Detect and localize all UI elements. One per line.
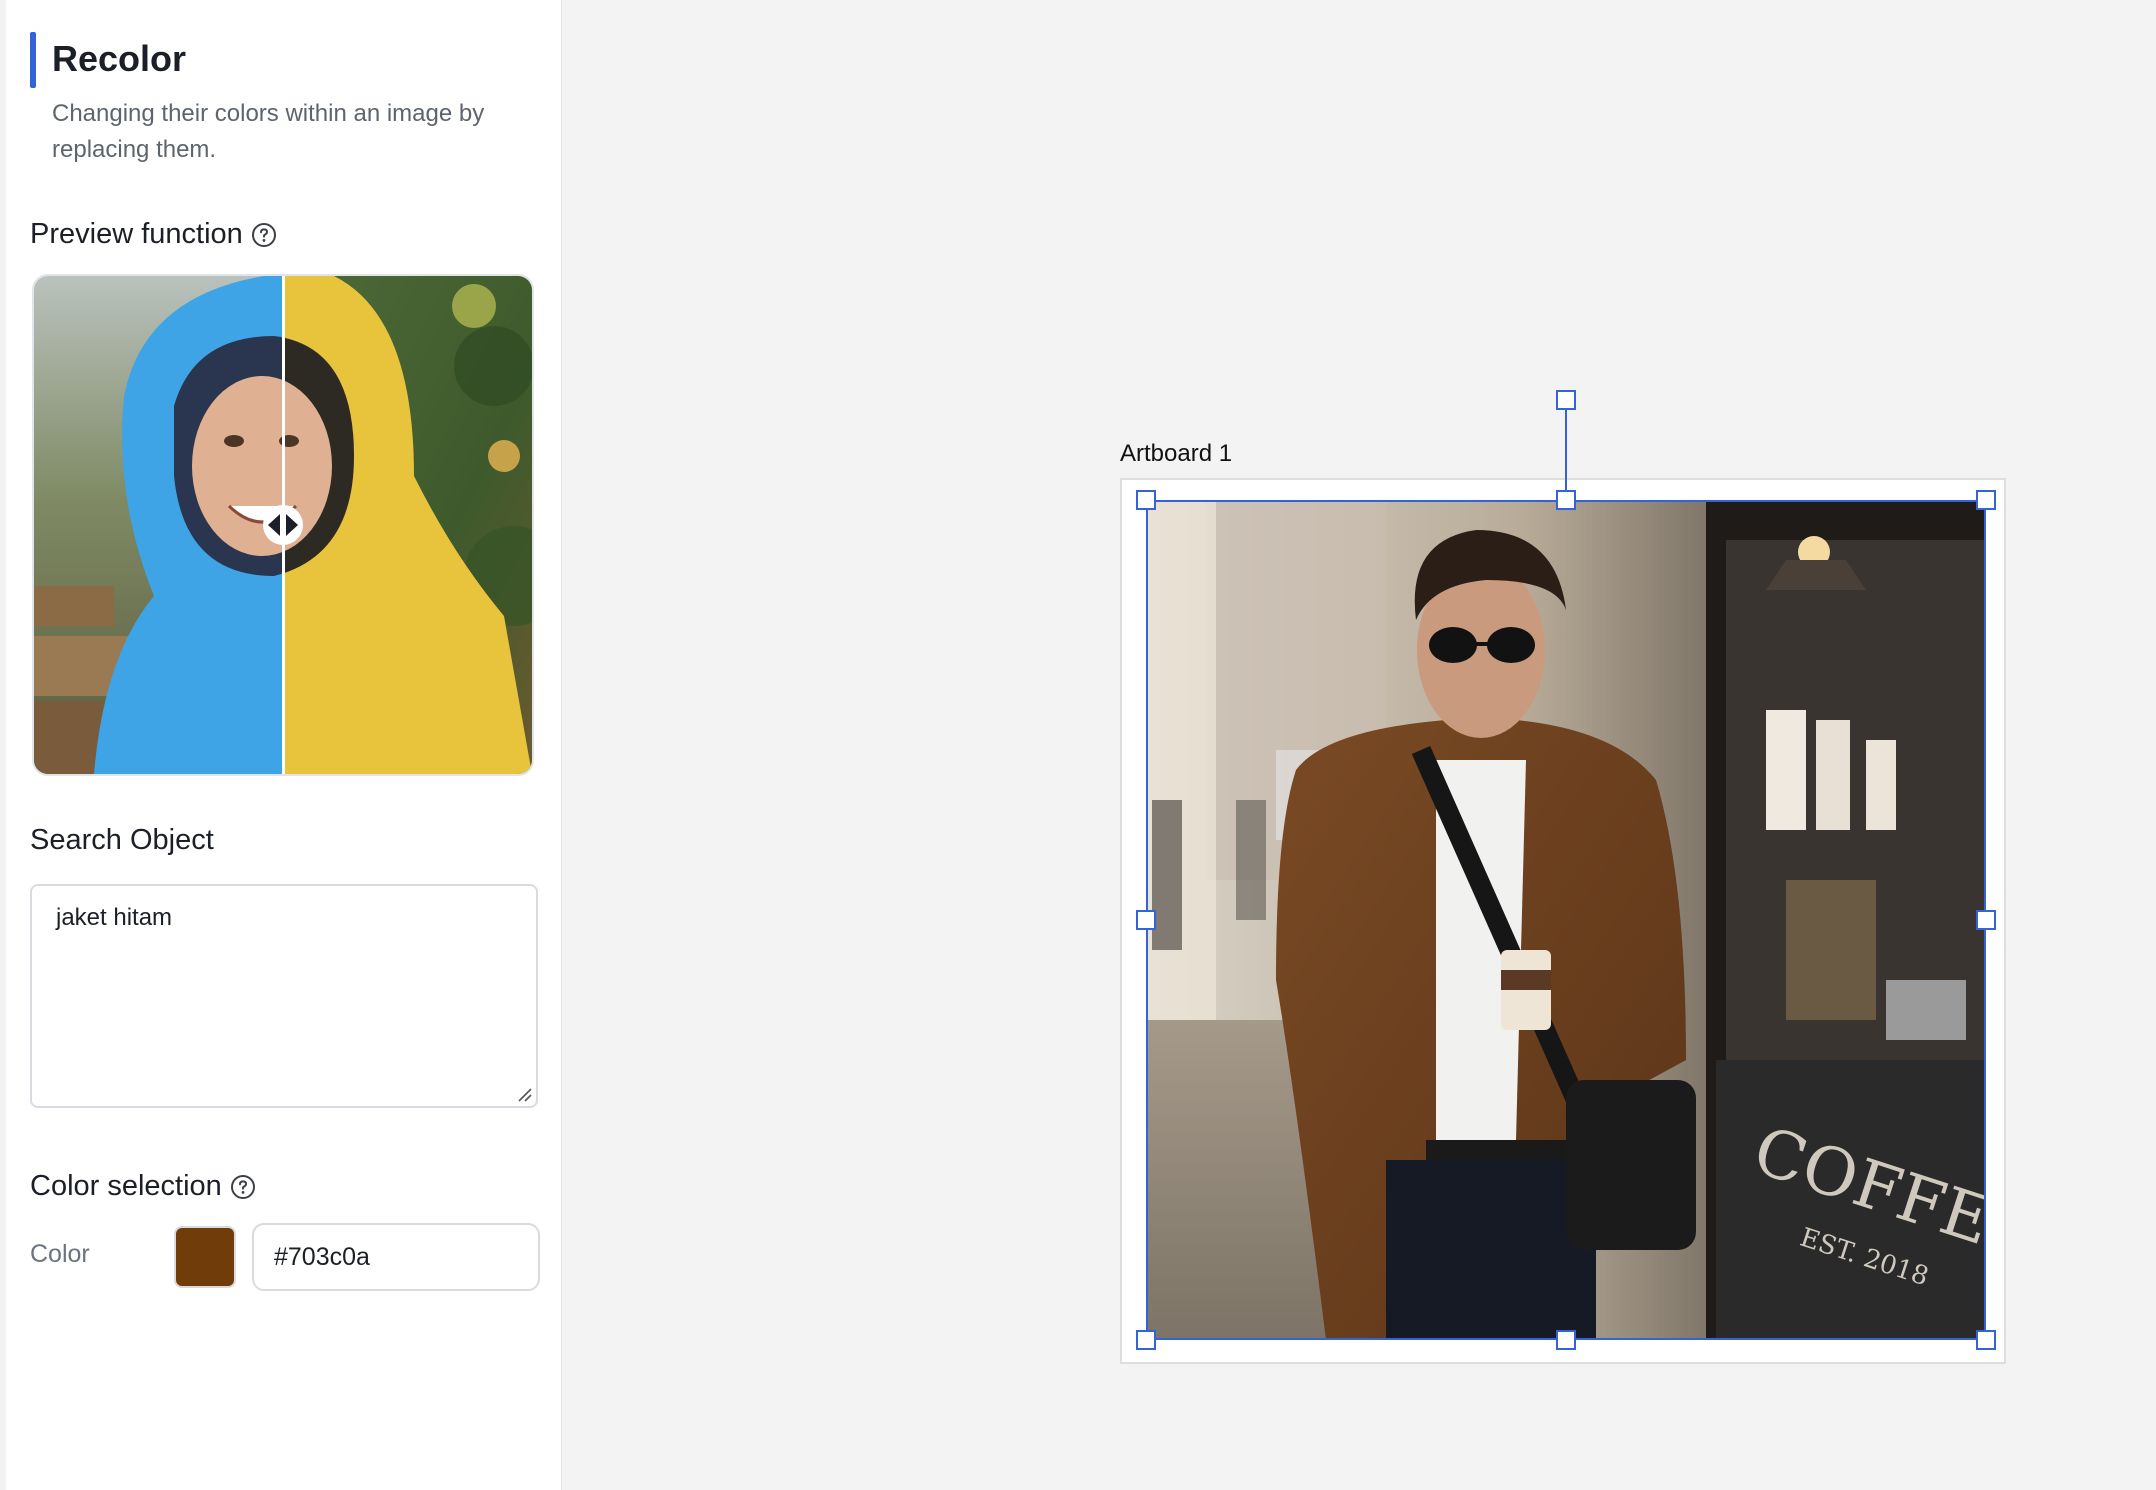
search-object-value: jaket hitam [56,904,173,931]
rotate-handle-line [1565,410,1567,500]
compare-slider-icon[interactable] [263,505,303,545]
rotate-handle[interactable] [1556,390,1576,410]
preview-compare-image[interactable] [32,274,534,776]
color-selection-label: Color selection [30,1170,222,1202]
search-section-label: Search Object [30,824,214,857]
preview-label: Preview function [30,218,243,250]
resize-handle-left[interactable] [1136,910,1156,930]
resize-handle-top-left[interactable] [1136,490,1156,510]
recolor-panel: Recolor Changing their colors within an … [6,0,562,1490]
resize-handle-bottom[interactable] [1556,1330,1576,1350]
accent-bar [30,32,36,88]
resize-handle-bottom-left[interactable] [1136,1330,1156,1350]
resize-handle-top-right[interactable] [1976,490,1996,510]
color-section-label: Color selection [30,1170,256,1203]
resize-handle-bottom-right[interactable] [1976,1330,1996,1350]
search-object-input[interactable]: jaket hitam [30,884,538,1108]
help-circle-icon[interactable] [251,222,277,248]
resize-handle-top[interactable] [1556,490,1576,510]
artboard-label: Artboard 1 [1120,440,1233,467]
resize-grip-icon[interactable] [516,1086,532,1102]
color-swatch[interactable] [174,1226,236,1288]
help-circle-icon[interactable] [230,1174,256,1200]
preview-section-label: Preview function [30,218,277,251]
color-hex-input[interactable]: #703c0a [252,1223,540,1291]
color-label: Color [30,1240,90,1268]
panel-title: Recolor [52,38,187,79]
resize-handle-right[interactable] [1976,910,1996,930]
artboard-photo[interactable]: COFFEE EST. 2018 [1146,500,1986,1340]
color-hex-value: #703c0a [274,1243,370,1271]
panel-subtitle: Changing their colors within an image by… [52,100,485,163]
search-object-label: Search Object [30,824,214,856]
